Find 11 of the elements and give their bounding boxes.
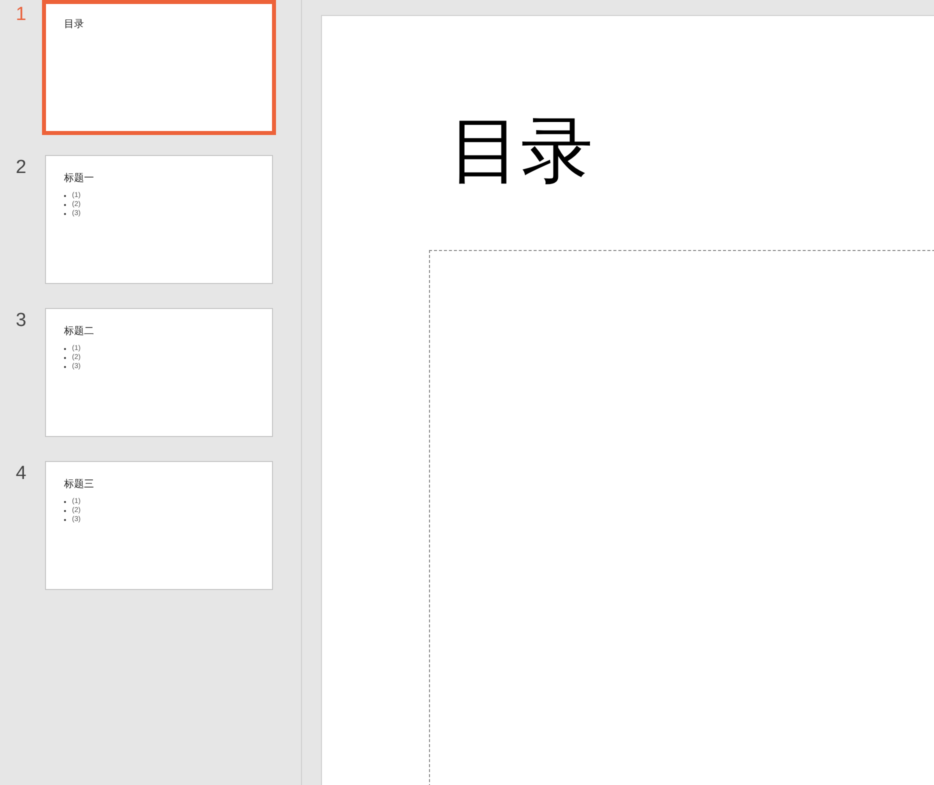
thumbnail-title: 标题二 xyxy=(64,324,95,338)
slide-number: 4 xyxy=(14,462,28,486)
slide-number: 3 xyxy=(14,309,28,333)
thumbnail-title: 目录 xyxy=(64,18,85,31)
thumbnail-title: 标题一 xyxy=(64,172,95,185)
thumbnail-title: 标题三 xyxy=(64,478,95,491)
slide-number: 1 xyxy=(14,3,28,27)
slide-title[interactable]: 目录 xyxy=(449,111,593,191)
slide-thumbnail[interactable]: 目录 xyxy=(42,0,276,135)
slide-number: 2 xyxy=(14,156,28,180)
content-placeholder[interactable] xyxy=(429,250,934,785)
